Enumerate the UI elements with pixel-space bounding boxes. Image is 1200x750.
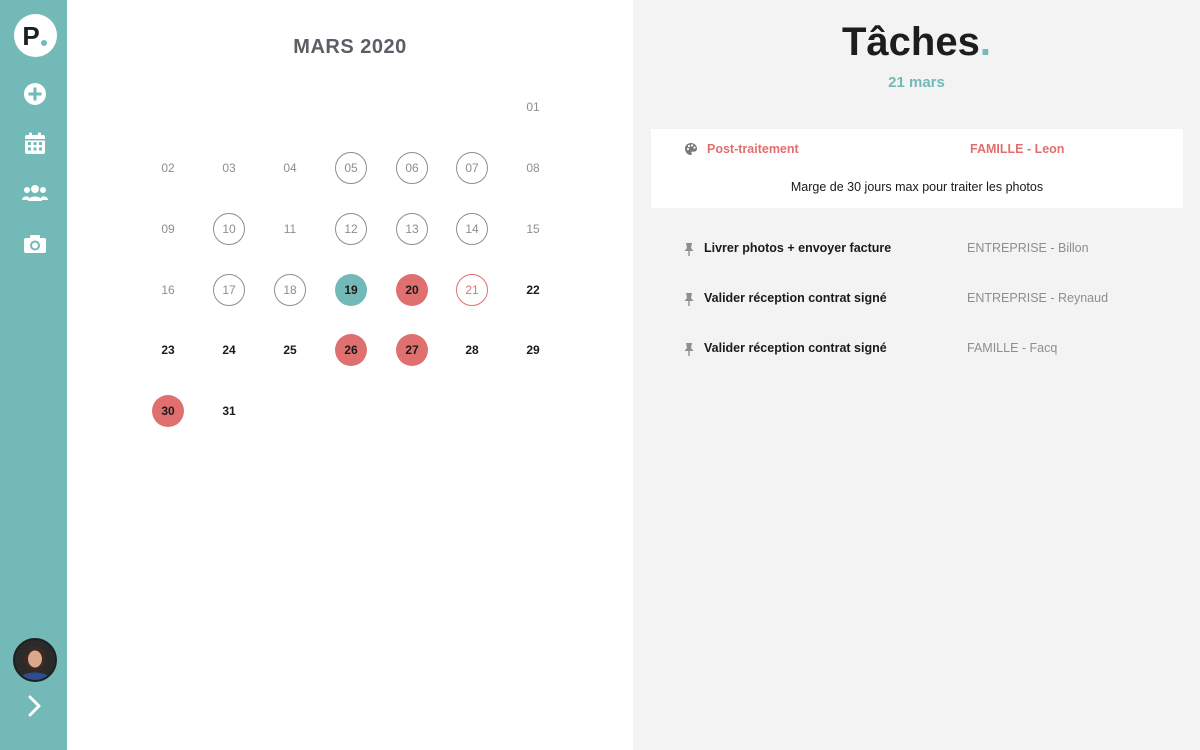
calendar-day-17[interactable]: 17 <box>213 274 245 306</box>
calendar-day-25[interactable]: 25 <box>274 334 306 366</box>
calendar-day-27[interactable]: 27 <box>396 334 428 366</box>
logo-dot <box>40 39 47 46</box>
calendar-day-04[interactable]: 04 <box>274 152 306 184</box>
calendar-day-03[interactable]: 03 <box>213 152 245 184</box>
calendar-day-02[interactable]: 02 <box>152 152 184 184</box>
highlight-task-description: Marge de 30 jours max pour traiter les p… <box>790 180 1044 194</box>
month-title: MARS 2020 <box>293 36 407 58</box>
plus-circle-icon[interactable] <box>22 81 48 107</box>
highlight-task-client: FAMILLE - Leon <box>970 142 1065 156</box>
calendar-day-05[interactable]: 05 <box>335 152 367 184</box>
calendar-day-31[interactable]: 31 <box>213 395 245 427</box>
tasks-title-text: Tâches <box>842 20 980 64</box>
calendar-day-13[interactable]: 13 <box>396 213 428 245</box>
calendar-day-22[interactable]: 22 <box>517 274 549 306</box>
task-client: FAMILLE - Facq <box>967 341 1058 355</box>
pin-icon <box>683 342 695 361</box>
calendar-day-07[interactable]: 07 <box>456 152 488 184</box>
calendar-day-01[interactable]: 01 <box>517 91 549 123</box>
calendar-day-12[interactable]: 12 <box>335 213 367 245</box>
chevron-right-icon[interactable] <box>25 694 45 718</box>
user-avatar[interactable] <box>13 638 57 682</box>
calendar-day-18[interactable]: 18 <box>274 274 306 306</box>
calendar-day-09[interactable]: 09 <box>152 213 184 245</box>
calendar-day-14[interactable]: 14 <box>456 213 488 245</box>
users-icon[interactable] <box>21 180 49 206</box>
tasks-date: 21 mars <box>888 74 945 91</box>
calendar-icon[interactable] <box>22 131 48 157</box>
pin-icon <box>683 292 695 311</box>
pin-icon <box>683 242 695 261</box>
calendar-day-28[interactable]: 28 <box>456 334 488 366</box>
calendar-day-26[interactable]: 26 <box>335 334 367 366</box>
task-title: Valider réception contrat signé <box>704 341 887 355</box>
task-title: Livrer photos + envoyer facture <box>704 241 892 255</box>
task-row[interactable]: Valider réception contrat signé FAMILLE … <box>651 334 1183 364</box>
calendar-day-29[interactable]: 29 <box>517 334 549 366</box>
tasks-title-dot: . <box>979 20 991 64</box>
task-client: ENTREPRISE - Reynaud <box>967 291 1109 305</box>
tasks-title: Tâches. <box>633 20 1200 65</box>
sidebar: P <box>0 0 67 750</box>
task-row[interactable]: Livrer photos + envoyer facture ENTREPRI… <box>651 234 1183 264</box>
calendar-day-23[interactable]: 23 <box>152 334 184 366</box>
calendar-panel: MARS 2020 01 02 03 04 05 06 07 08 09 10 11 12 13 14 15… <box>67 0 633 750</box>
calendar-day-30[interactable]: 30 <box>152 395 184 427</box>
highlight-task-card[interactable]: Post-traitement FAMILLE - Leon Marge de … <box>651 129 1183 208</box>
calendar-day-15[interactable]: 15 <box>517 213 549 245</box>
calendar-day-11[interactable]: 11 <box>274 213 306 245</box>
logo-letter: P <box>22 20 40 51</box>
camera-icon[interactable] <box>22 231 48 257</box>
calendar-day-21[interactable]: 21 <box>456 274 488 306</box>
calendar-day-20[interactable]: 20 <box>396 274 428 306</box>
task-row[interactable]: Valider réception contrat signé ENTREPRI… <box>651 284 1183 314</box>
task-title: Valider réception contrat signé <box>704 291 887 305</box>
calendar-day-10[interactable]: 10 <box>213 213 245 245</box>
calendar-day-06[interactable]: 06 <box>396 152 428 184</box>
calendar-day-08[interactable]: 08 <box>517 152 549 184</box>
palette-icon <box>684 142 698 161</box>
task-client: ENTREPRISE - Billon <box>967 241 1089 255</box>
calendar-day-19[interactable]: 19 <box>335 274 367 306</box>
calendar-day-16[interactable]: 16 <box>152 274 184 306</box>
highlight-task-title: Post-traitement <box>707 142 799 156</box>
app-logo[interactable]: P <box>14 14 57 57</box>
calendar-day-24[interactable]: 24 <box>213 334 245 366</box>
tasks-panel: Tâches. 21 mars Post-traitement FAMILLE … <box>633 0 1200 750</box>
